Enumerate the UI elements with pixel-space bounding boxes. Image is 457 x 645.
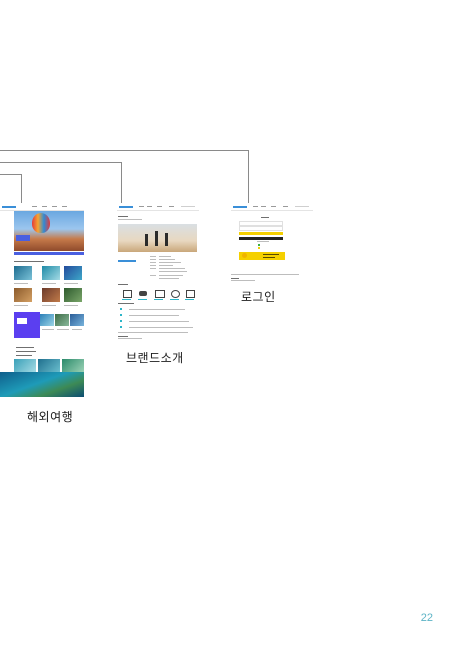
brand-feature-icon	[155, 290, 165, 298]
screen-caption-brand: 브랜드소개	[126, 351, 184, 365]
destination-card[interactable]	[14, 359, 36, 373]
brand-feature-icon	[139, 291, 147, 296]
login-screenshot[interactable]	[231, 204, 313, 284]
hero-label	[16, 235, 30, 241]
brand-feature-icon	[123, 290, 132, 298]
history-bullet-icon	[120, 326, 122, 328]
brand-intro-screenshot[interactable]	[117, 204, 199, 340]
login-password-input[interactable]	[239, 226, 283, 231]
brand-logo	[118, 260, 136, 262]
destination-card[interactable]	[14, 266, 32, 280]
destination-card[interactable]	[42, 288, 60, 302]
history-bullet-icon	[120, 320, 122, 322]
destination-card[interactable]	[38, 359, 60, 373]
page-number: 22	[420, 612, 433, 624]
footer-banner-image	[0, 372, 84, 397]
thumb-nav	[117, 204, 199, 211]
destination-card[interactable]	[64, 288, 82, 302]
promo-photo	[40, 314, 54, 326]
balloon-image	[32, 213, 50, 233]
brand-feature-icon	[186, 290, 195, 298]
signup-button[interactable]	[239, 237, 283, 240]
screen-caption-login: 로그인	[241, 290, 276, 304]
hero-banner-image	[14, 211, 84, 251]
promo-banner[interactable]	[14, 312, 40, 338]
destination-card[interactable]	[64, 266, 82, 280]
promo-photo	[55, 314, 69, 326]
history-bullet-icon	[120, 308, 122, 310]
thumb-nav	[0, 204, 84, 211]
social-login-icon[interactable]	[258, 244, 260, 246]
destination-card[interactable]	[14, 288, 32, 302]
promo-photo	[70, 314, 84, 326]
destination-card[interactable]	[62, 359, 84, 373]
screen-caption-overseas: 해외여행	[27, 410, 74, 424]
thumb-nav	[231, 204, 313, 211]
brand-feature-icon	[171, 290, 180, 298]
login-button[interactable]	[239, 232, 283, 235]
destination-card[interactable]	[42, 266, 60, 280]
overseas-travel-screenshot[interactable]	[0, 204, 84, 397]
history-bullet-icon	[120, 314, 122, 316]
social-login-icon[interactable]	[258, 247, 260, 249]
